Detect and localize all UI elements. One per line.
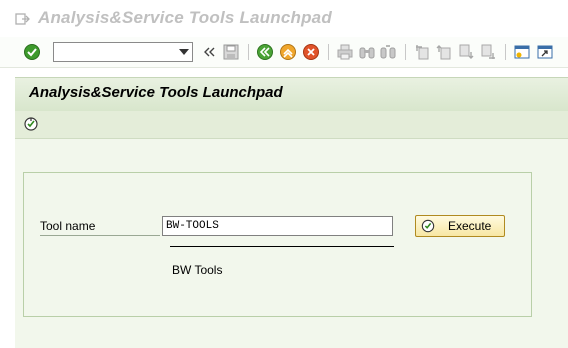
execute-button[interactable]: Execute [415, 215, 505, 237]
toolbar-separator [505, 44, 506, 60]
find-icon[interactable] [358, 43, 376, 61]
prev-page-icon[interactable] [435, 43, 453, 61]
next-page-icon[interactable] [457, 43, 475, 61]
title-bar: Analysis&Service Tools Launchpad [0, 0, 568, 36]
selection-group [23, 172, 532, 317]
toolbar-separator [328, 44, 329, 60]
execute-icon [421, 219, 435, 233]
execute-icon[interactable] [23, 116, 39, 132]
command-field-dropdown-icon[interactable] [179, 49, 189, 55]
page-title: Analysis&Service Tools Launchpad [29, 84, 283, 101]
last-page-icon[interactable] [479, 43, 497, 61]
shortcut-icon[interactable] [536, 43, 554, 61]
save-icon[interactable] [222, 43, 240, 61]
collapse-icon[interactable] [203, 45, 215, 59]
screen-header: Analysis&Service Tools Launchpad [15, 77, 568, 111]
toolbar-separator [248, 44, 249, 60]
window-title: Analysis&Service Tools Launchpad [38, 8, 332, 27]
tool-name-input[interactable]: BW-TOOLS [162, 216, 393, 236]
execute-button-label: Execute [448, 219, 492, 233]
toolbar-separator [405, 44, 406, 60]
back-icon[interactable] [256, 43, 274, 61]
menu-icon[interactable] [14, 11, 30, 27]
new-session-icon[interactable] [513, 43, 531, 61]
enter-icon[interactable] [23, 43, 41, 61]
print-icon[interactable] [336, 43, 354, 61]
tool-description: BW Tools [172, 263, 223, 277]
tool-name-label: Tool name [40, 219, 160, 236]
description-underline [170, 246, 394, 247]
first-page-icon[interactable] [413, 43, 431, 61]
command-field[interactable] [53, 42, 193, 62]
application-toolbar [15, 111, 568, 139]
cancel-icon[interactable] [302, 43, 320, 61]
exit-icon[interactable] [279, 43, 297, 61]
find-next-icon[interactable] [379, 43, 397, 61]
